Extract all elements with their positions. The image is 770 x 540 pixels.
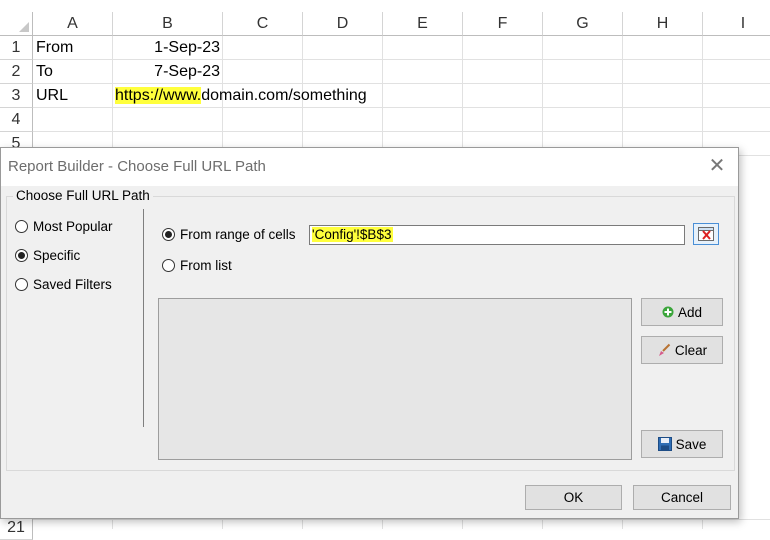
range-select-icon [698,227,714,241]
range-reference-value: 'Config'!$B$3 [312,227,394,242]
range-select-button[interactable] [693,223,719,245]
cell-b3-text: domain.com/something [201,87,367,104]
vertical-divider [143,209,144,427]
report-builder-dialog: Report Builder - Choose Full URL Path ✕ … [0,147,739,519]
row-header-1[interactable]: 1 [0,36,33,60]
range-reference-input[interactable]: 'Config'!$B$3 [309,225,685,245]
radio-most-popular-indicator [15,220,28,233]
column-header-h[interactable]: H [623,12,703,36]
radio-saved-filters-indicator [15,278,28,291]
clear-button-label: Clear [674,342,708,358]
cell-b3-highlighted-text: https://www. [115,87,202,104]
column-header-g[interactable]: G [543,12,623,36]
radio-specific-indicator [15,249,28,262]
row-header-3[interactable]: 3 [0,84,33,108]
radio-most-popular[interactable]: Most Popular [15,219,113,234]
cancel-button-label: Cancel [660,490,704,505]
ok-button-label: OK [563,490,584,505]
cell-b1[interactable]: 1-Sep-23 [113,36,220,60]
close-icon[interactable]: ✕ [706,155,728,177]
floppy-disk-icon [657,437,672,451]
column-header-b[interactable]: B [113,12,223,36]
column-header-a[interactable]: A [33,12,113,36]
radio-from-list[interactable]: From list [162,258,232,273]
save-button[interactable]: Save [641,430,723,458]
radio-from-range-label: From range of cells [180,227,296,242]
select-all-corner[interactable] [0,12,33,36]
cell-b3[interactable]: https://www.domain.com/something [115,84,367,108]
radio-from-range-indicator [162,228,175,241]
radio-from-list-label: From list [180,258,232,273]
row-header-2[interactable]: 2 [0,60,33,84]
url-list-box[interactable] [158,298,632,460]
radio-from-list-indicator [162,259,175,272]
ok-button[interactable]: OK [525,485,622,510]
column-header-i[interactable]: I [703,12,770,36]
cell-a2[interactable]: To [36,60,53,84]
group-label: Choose Full URL Path [13,188,153,203]
save-button-label: Save [675,436,707,452]
column-header-f[interactable]: F [463,12,543,36]
cell-b2[interactable]: 7-Sep-23 [113,60,220,84]
column-header-c[interactable]: C [223,12,303,36]
cancel-button[interactable]: Cancel [633,485,731,510]
cell-a3[interactable]: URL [36,84,68,108]
add-button-label: Add [677,304,703,320]
radio-saved-filters[interactable]: Saved Filters [15,277,112,292]
add-button[interactable]: Add [641,298,723,326]
row-header-4[interactable]: 4 [0,108,33,132]
dialog-titlebar[interactable]: Report Builder - Choose Full URL Path ✕ [1,148,738,186]
radio-specific-label: Specific [33,248,81,263]
cell-a1[interactable]: From [36,36,73,60]
dialog-title: Report Builder - Choose Full URL Path [8,158,266,175]
add-icon [662,306,674,318]
radio-specific[interactable]: Specific [15,248,80,263]
column-header-e[interactable]: E [383,12,463,36]
column-header-d[interactable]: D [303,12,383,36]
eraser-brush-icon [657,343,671,357]
radio-most-popular-label: Most Popular [33,219,113,234]
radio-saved-filters-label: Saved Filters [33,277,112,292]
clear-button[interactable]: Clear [641,336,723,364]
row-header-21[interactable]: 21 [0,516,33,540]
choose-url-path-group: Choose Full URL Path Most Popular Specif… [6,188,735,471]
radio-from-range[interactable]: From range of cells [162,227,296,242]
